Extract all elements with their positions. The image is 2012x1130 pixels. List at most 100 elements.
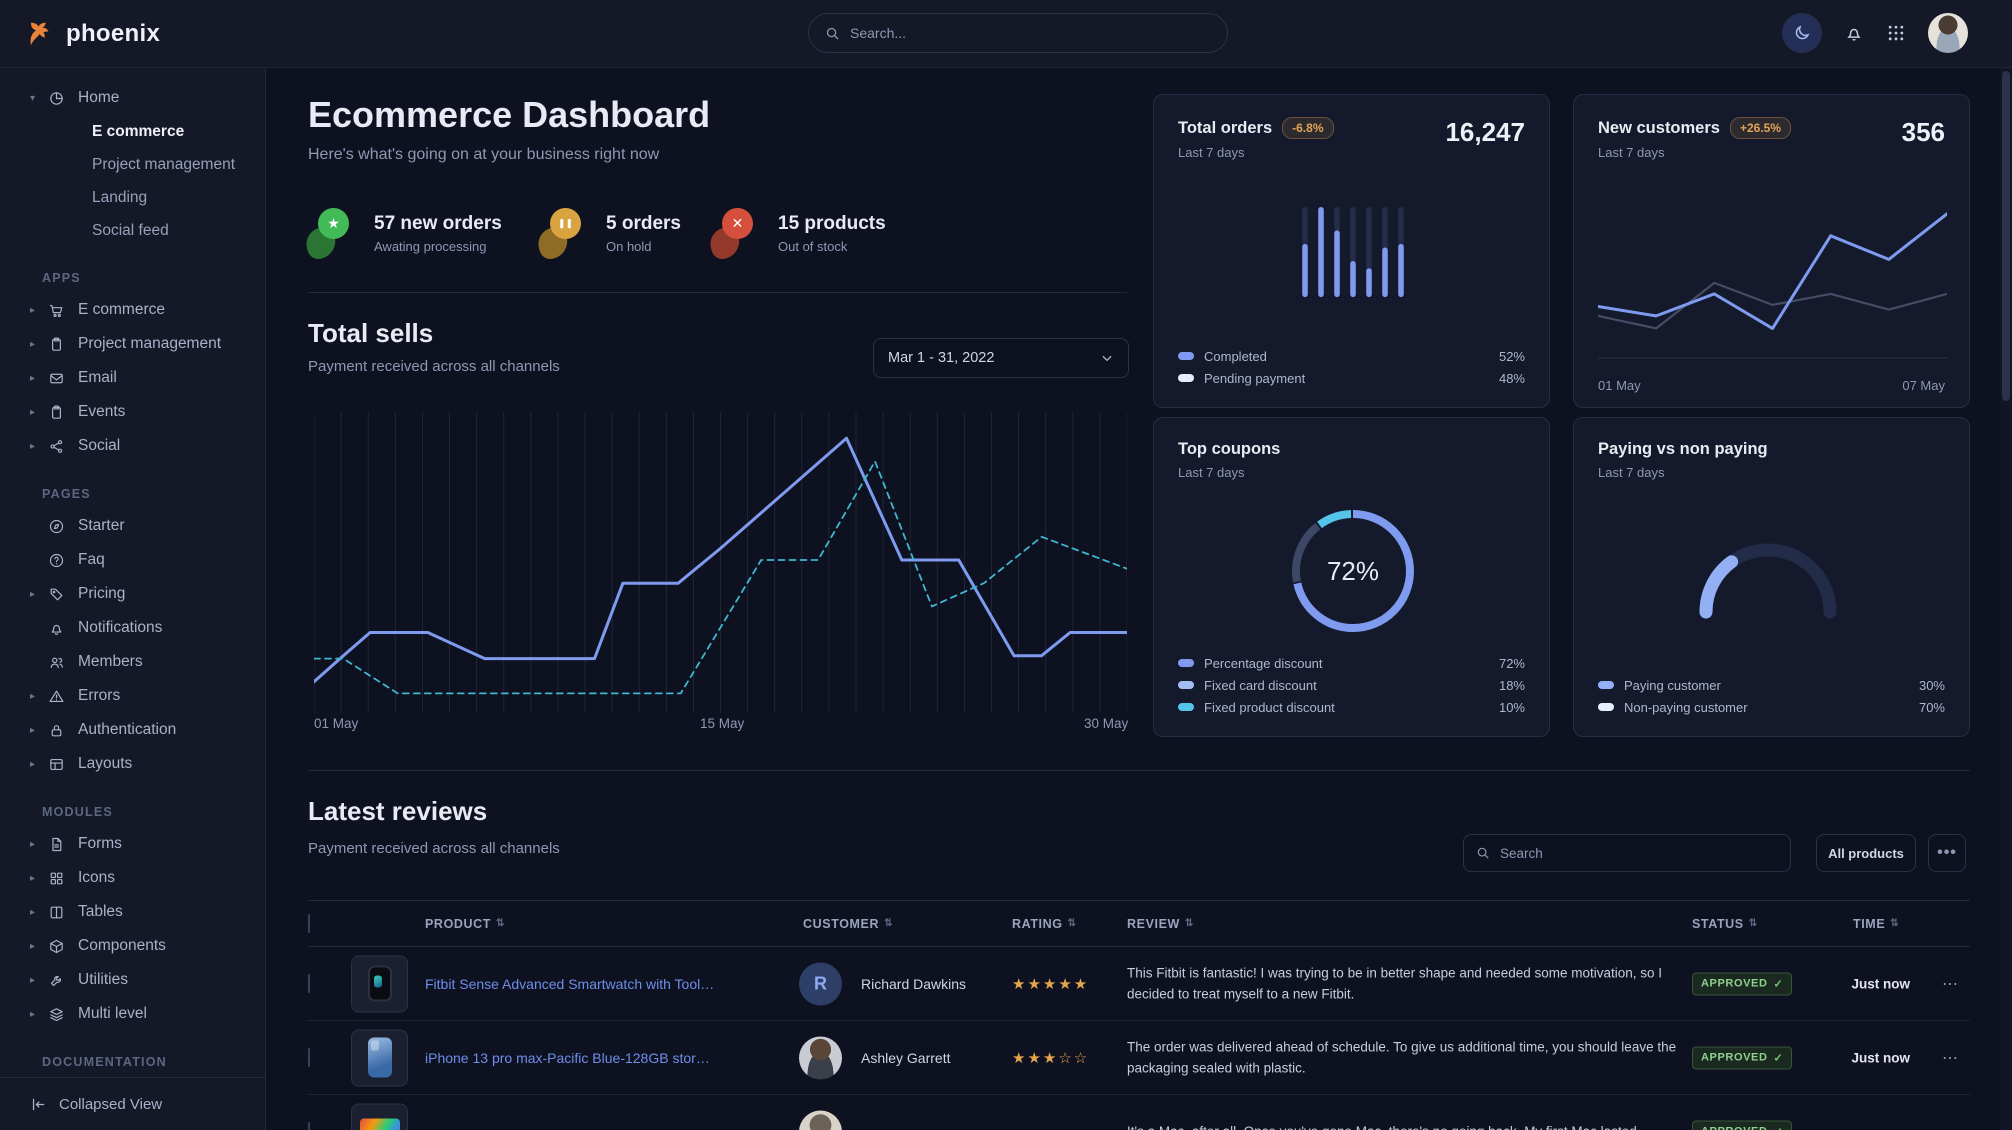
caret-right-icon[interactable]: ▸	[30, 339, 48, 350]
dark-mode-toggle[interactable]	[1782, 13, 1822, 53]
sidebar-item-email[interactable]: ▸ Email	[0, 361, 265, 395]
table-row: It's a Mac, after all. Once you've gone …	[308, 1095, 1970, 1130]
top-coupons-period: Last 7 days	[1178, 465, 1525, 480]
stat-title: 57 new orders	[374, 213, 502, 235]
caret-right-icon[interactable]: ▸	[30, 873, 48, 884]
sidebar-item-components[interactable]: ▸ Components	[0, 929, 265, 963]
caret-right-icon[interactable]: ▸	[30, 373, 48, 384]
status-badge: APPROVED ✓	[1692, 1046, 1792, 1069]
caret-right-icon[interactable]: ▸	[30, 759, 48, 770]
sidebar-section-pages: PAGES	[0, 463, 265, 509]
sidebar-item-forms[interactable]: ▸ Forms	[0, 827, 265, 861]
sidebar-item-errors[interactable]: ▸ Errors	[0, 679, 265, 713]
envelope-icon	[48, 370, 78, 387]
sidebar-item-members[interactable]: Members	[0, 645, 265, 679]
sidebar-item-authentication[interactable]: ▸ Authentication	[0, 713, 265, 747]
brand-logo[interactable]: phoenix	[26, 19, 160, 49]
ecommerce-dashboard-page: phoenix Search...	[0, 0, 2012, 1130]
page-scrollbar-thumb[interactable]	[2002, 71, 2010, 401]
caret-right-icon[interactable]: ▸	[30, 725, 48, 736]
caret-right-icon[interactable]: ▸	[30, 839, 48, 850]
column-label: RATING	[1012, 917, 1063, 931]
reviews-table-body: Fitbit Sense Advanced Smartwatch with To…	[308, 947, 1970, 1130]
user-avatar[interactable]	[1928, 13, 1968, 53]
caret-right-icon[interactable]: ▸	[30, 407, 48, 418]
sidebar-item-pricing[interactable]: ▸ Pricing	[0, 577, 265, 611]
sidebar-item-layouts[interactable]: ▸ Layouts	[0, 747, 265, 781]
x-label-01may: 01 May	[314, 716, 358, 731]
sidebar-item-social[interactable]: ▸ Social	[0, 429, 265, 463]
all-products-label: All products	[1828, 846, 1904, 861]
legend-value: 52%	[1499, 349, 1525, 364]
select-all-checkbox[interactable]	[308, 914, 310, 933]
sidebar-item-tables[interactable]: ▸ Tables	[0, 895, 265, 929]
total-orders-badge: -6.8%	[1282, 117, 1333, 139]
all-products-button[interactable]: All products	[1816, 834, 1916, 872]
product-thumbnail[interactable]	[351, 1029, 408, 1086]
row-checkbox[interactable]	[308, 1122, 310, 1130]
product-thumbnail[interactable]	[351, 955, 408, 1012]
cust-x-start: 01 May	[1598, 378, 1641, 393]
sidebar-item-utilities[interactable]: ▸ Utilities	[0, 963, 265, 997]
column-header-time[interactable]: TIME ⇅	[1853, 917, 1899, 931]
reviews-more-button[interactable]: •••	[1928, 834, 1966, 872]
column-header-review[interactable]: REVIEW ⇅	[1127, 917, 1194, 931]
sidebar-item-notifications[interactable]: Notifications	[0, 611, 265, 645]
page-title: Ecommerce Dashboard	[308, 94, 710, 136]
sidebar-item-project-management[interactable]: ▸ Project management	[0, 327, 265, 361]
legend-value: 30%	[1919, 678, 1945, 693]
caret-down-icon[interactable]: ▾	[30, 93, 48, 104]
customer-name: Ashley Garrett	[861, 1050, 950, 1066]
sidebar-subitem-landing[interactable]: Landing	[0, 181, 265, 214]
reviews-table-header: PRODUCT ⇅ CUSTOMER ⇅ RATING ⇅ REVIEW ⇅ S…	[308, 900, 1970, 947]
row-checkbox[interactable]	[308, 974, 310, 993]
sidebar-item-e-commerce[interactable]: ▸ E commerce	[0, 293, 265, 327]
column-header-status[interactable]: STATUS ⇅	[1692, 917, 1758, 931]
column-header-product[interactable]: PRODUCT ⇅	[425, 917, 505, 931]
sidebar-item-faq[interactable]: Faq	[0, 543, 265, 577]
legend-swatch	[1598, 703, 1614, 711]
column-header-customer[interactable]: CUSTOMER ⇅	[803, 917, 893, 931]
legend-label: Pending payment	[1204, 371, 1305, 386]
sidebar-item-events[interactable]: ▸ Events	[0, 395, 265, 429]
phoenix-logo-icon	[26, 19, 56, 49]
date-range-select[interactable]: Mar 1 - 31, 2022	[873, 338, 1129, 378]
column-label: TIME	[1853, 917, 1885, 931]
sidebar-item-label: Members	[78, 653, 143, 671]
apps-grid-button[interactable]	[1886, 23, 1906, 43]
row-more-button[interactable]: ⋯	[1942, 1048, 1959, 1068]
sidebar-item-label: Errors	[78, 687, 120, 705]
legend-swatch	[1178, 703, 1194, 711]
sidebar-item-multi-level[interactable]: ▸ Multi level	[0, 997, 265, 1031]
sidebar-subitem-project-management[interactable]: Project management	[0, 148, 265, 181]
reviews-search-input[interactable]: Search	[1463, 834, 1791, 872]
row-more-button[interactable]: ⋯	[1942, 974, 1959, 994]
caret-right-icon[interactable]: ▸	[30, 1009, 48, 1020]
product-link[interactable]: Fitbit Sense Advanced Smartwatch with To…	[425, 976, 715, 992]
caret-right-icon[interactable]: ▸	[30, 941, 48, 952]
row-more-button[interactable]: ⋯	[1942, 1122, 1959, 1130]
notifications-button[interactable]	[1844, 23, 1864, 43]
sidebar-item-home[interactable]: ▾ Home	[0, 81, 265, 115]
sidebar-item-label: Tables	[78, 903, 123, 921]
caret-right-icon[interactable]: ▸	[30, 305, 48, 316]
product-link[interactable]: iPhone 13 pro max-Pacific Blue-128GB sto…	[425, 1050, 715, 1066]
column-header-rating[interactable]: RATING ⇅	[1012, 917, 1077, 931]
caret-right-icon[interactable]: ▸	[30, 907, 48, 918]
column-label: CUSTOMER	[803, 917, 879, 931]
product-thumbnail[interactable]	[351, 1103, 408, 1130]
donut-center-label: 72%	[1278, 496, 1428, 646]
sort-icon: ⇅	[1890, 918, 1899, 929]
row-checkbox[interactable]	[308, 1048, 310, 1067]
sidebar-item-starter[interactable]: Starter	[0, 509, 265, 543]
caret-right-icon[interactable]: ▸	[30, 441, 48, 452]
sidebar-subitem-social-feed[interactable]: Social feed	[0, 214, 265, 247]
collapse-sidebar-button[interactable]: Collapsed View	[0, 1077, 265, 1130]
sidebar-item-icons[interactable]: ▸ Icons	[0, 861, 265, 895]
page-scrollbar-track[interactable]	[2000, 67, 2012, 1130]
caret-right-icon[interactable]: ▸	[30, 589, 48, 600]
caret-right-icon[interactable]: ▸	[30, 691, 48, 702]
caret-right-icon[interactable]: ▸	[30, 975, 48, 986]
sidebar-subitem-e-commerce[interactable]: E commerce	[0, 115, 265, 148]
global-search-input[interactable]: Search...	[808, 13, 1228, 53]
